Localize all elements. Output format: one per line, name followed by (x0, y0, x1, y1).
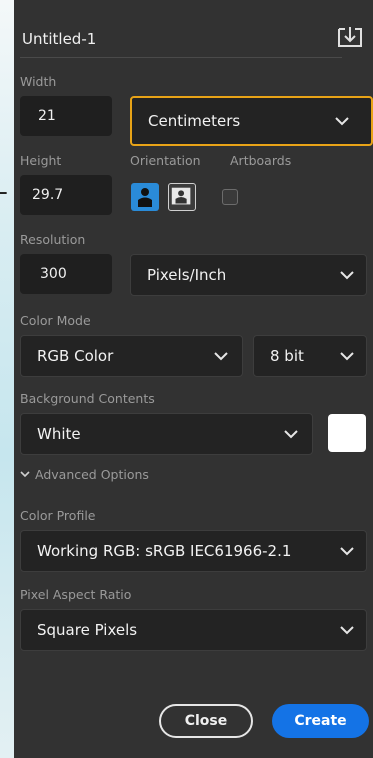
advanced-options-toggle[interactable]: Advanced Options (20, 467, 149, 482)
background-glyph: ـ (0, 175, 7, 200)
background-canvas (0, 0, 14, 758)
color-mode-value: RGB Color (37, 347, 114, 365)
color-profile-label: Color Profile (20, 508, 96, 523)
height-input[interactable]: 29.7 (20, 175, 112, 215)
width-unit-value: Centimeters (148, 112, 241, 130)
save-preset-icon[interactable] (337, 26, 363, 48)
resolution-unit-dropdown[interactable]: Pixels/Inch (130, 254, 367, 296)
width-input[interactable]: 21 (20, 96, 112, 136)
chevron-down-icon (340, 270, 366, 280)
color-mode-dropdown[interactable]: RGB Color (20, 335, 243, 377)
chevron-down-icon (20, 471, 30, 478)
color-mode-label: Color Mode (20, 313, 91, 328)
chevron-down-icon (340, 351, 366, 361)
color-profile-dropdown[interactable]: Working RGB: sRGB IEC61966-2.1 (20, 530, 367, 572)
bit-depth-value: 8 bit (270, 347, 304, 365)
title-underline (20, 57, 342, 58)
resolution-input[interactable]: 300 (20, 254, 112, 294)
orientation-landscape-button[interactable] (168, 183, 196, 211)
chevron-down-icon (340, 625, 366, 635)
chevron-down-icon (340, 546, 366, 556)
advanced-options-label: Advanced Options (35, 467, 149, 482)
document-title[interactable]: Untitled-1 (22, 30, 96, 48)
width-label: Width (20, 74, 57, 89)
close-button[interactable]: Close (159, 704, 253, 738)
pixel-aspect-dropdown[interactable]: Square Pixels (20, 609, 367, 651)
pixel-aspect-value: Square Pixels (37, 621, 138, 639)
width-value: 21 (38, 108, 56, 124)
height-value: 29.7 (32, 187, 64, 203)
artboards-label: Artboards (230, 153, 292, 168)
height-label: Height (20, 153, 62, 168)
resolution-label: Resolution (20, 232, 86, 247)
pixel-aspect-label: Pixel Aspect Ratio (20, 587, 132, 602)
chevron-down-icon (335, 116, 371, 126)
new-document-panel: Untitled-1 Width 21 Centimeters Height 2… (14, 0, 373, 758)
chevron-down-icon (284, 429, 312, 439)
resolution-unit-value: Pixels/Inch (147, 266, 227, 284)
resolution-value: 300 (40, 266, 67, 282)
background-contents-dropdown[interactable]: White (20, 413, 313, 455)
background-color-swatch[interactable] (328, 414, 366, 452)
background-contents-label: Background Contents (20, 391, 155, 406)
artboards-checkbox[interactable] (222, 189, 238, 205)
orientation-portrait-button[interactable] (131, 183, 159, 211)
orientation-label: Orientation (130, 153, 201, 168)
color-profile-value: Working RGB: sRGB IEC61966-2.1 (37, 542, 292, 560)
chevron-down-icon (214, 351, 242, 361)
width-unit-dropdown[interactable]: Centimeters (130, 96, 373, 146)
background-contents-value: White (37, 425, 81, 443)
bit-depth-dropdown[interactable]: 8 bit (253, 335, 367, 377)
create-button[interactable]: Create (272, 704, 369, 738)
